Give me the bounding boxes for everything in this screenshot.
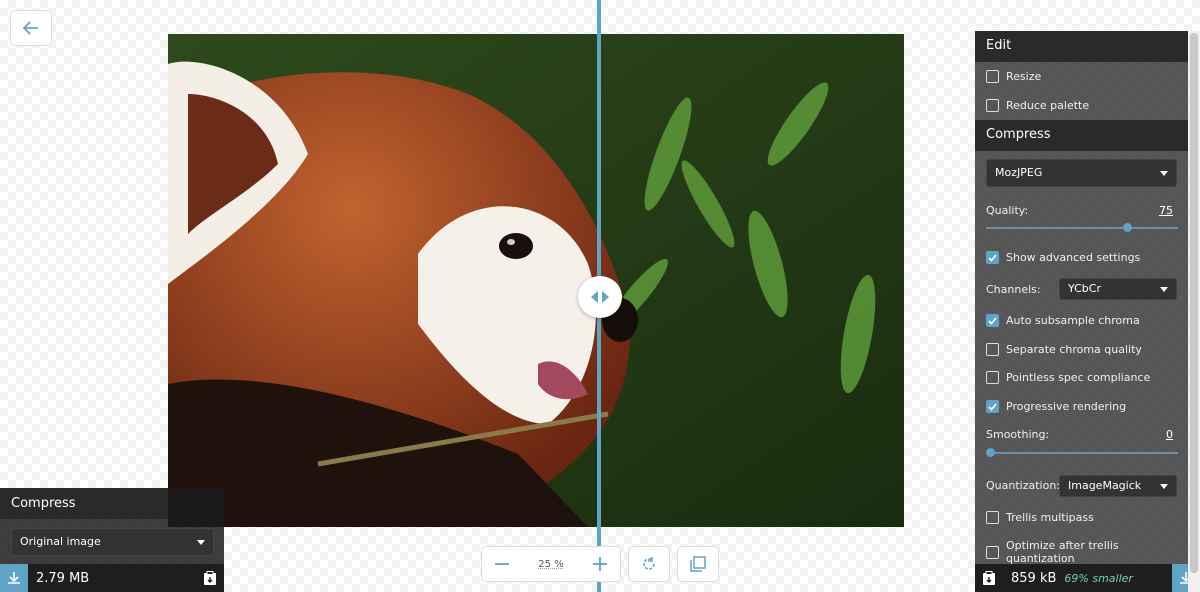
zoom-in-button[interactable]: +: [580, 547, 620, 581]
image-preview: [168, 34, 904, 527]
scrollbar-thumb[interactable]: [1190, 33, 1198, 573]
show-advanced-checkbox[interactable]: [986, 251, 999, 264]
left-method-value: Original image: [20, 535, 101, 548]
codec-value: MozJPEG: [995, 166, 1043, 179]
clipboard-icon: [983, 570, 995, 585]
left-panel-title: Compress: [0, 488, 168, 519]
quantization-label: Quantization:: [986, 479, 1061, 492]
quality-value[interactable]: 75: [1159, 204, 1173, 217]
channels-select[interactable]: YCbCr: [1059, 278, 1177, 300]
quantization-select[interactable]: ImageMagick: [1059, 475, 1177, 497]
codec-select[interactable]: MozJPEG: [986, 159, 1177, 187]
zoom-out-button[interactable]: −: [482, 547, 522, 581]
progressive-option[interactable]: Progressive rendering: [986, 400, 1181, 413]
left-download-button[interactable]: [0, 564, 28, 592]
smoothing-slider-knob[interactable]: [986, 448, 995, 457]
copy-settings-button[interactable]: [196, 564, 224, 592]
left-compress-panel: Compress Original image 2.79 MB: [0, 488, 224, 592]
chevron-down-icon: [197, 540, 205, 545]
red-panda-photo: [168, 34, 904, 527]
left-download-bar: 2.79 MB: [0, 564, 224, 592]
quality-label: Quality:: [986, 204, 1029, 217]
auto-subsample-option[interactable]: Auto subsample chroma: [986, 314, 1181, 327]
resize-checkbox[interactable]: [986, 70, 999, 83]
right-download-bar: 859 kB 69% smaller: [975, 564, 1188, 592]
auto-subsample-label: Auto subsample chroma: [1006, 314, 1140, 327]
chevron-down-icon: [1160, 287, 1168, 292]
pointless-spec-option[interactable]: Pointless spec compliance: [986, 371, 1181, 384]
quantization-value: ImageMagick: [1068, 479, 1142, 492]
settings-scrollbar[interactable]: [1188, 31, 1200, 592]
smoothing-row: Smoothing: 0: [986, 428, 1181, 441]
zoom-controls: − 25 % +: [481, 546, 621, 582]
channels-label: Channels:: [986, 283, 1041, 296]
back-button[interactable]: [10, 10, 52, 46]
rotate-button[interactable]: [628, 546, 670, 582]
right-settings-panel: Edit Resize Reduce palette Compress MozJ…: [975, 31, 1188, 592]
separate-chroma-label: Separate chroma quality: [1006, 343, 1142, 356]
auto-subsample-checkbox[interactable]: [986, 314, 999, 327]
rotate-icon: [643, 557, 655, 570]
quality-slider-knob[interactable]: [1123, 223, 1133, 232]
split-arrows-icon: [591, 291, 609, 303]
progressive-label: Progressive rendering: [1006, 400, 1127, 413]
arrow-left-icon: [23, 21, 38, 35]
left-method-select[interactable]: Original image: [11, 528, 214, 556]
optimize-trellis-option[interactable]: Optimize after trellis quantization: [986, 539, 1181, 565]
resize-label: Resize: [1006, 70, 1042, 83]
download-icon: [8, 572, 20, 584]
smoothing-label: Smoothing:: [986, 428, 1050, 441]
smoothing-slider[interactable]: [986, 448, 1178, 457]
edit-section-title: Edit: [975, 31, 1188, 62]
original-size: 2.79 MB: [36, 570, 90, 586]
zoom-level[interactable]: 25 %: [522, 559, 580, 570]
show-advanced-option[interactable]: Show advanced settings: [986, 251, 1181, 264]
background-toggle-icon: [690, 556, 706, 572]
compressed-size: 859 kB: [1011, 570, 1057, 586]
reduce-palette-checkbox[interactable]: [986, 99, 999, 112]
trellis-label: Trellis multipass: [1006, 511, 1094, 524]
trellis-checkbox[interactable]: [986, 511, 999, 524]
optimize-trellis-label: Optimize after trellis quantization: [1006, 539, 1119, 565]
optimize-trellis-checkbox[interactable]: [986, 546, 999, 559]
clipboard-icon: [204, 570, 216, 585]
background-toggle-button[interactable]: [677, 546, 719, 582]
quality-row: Quality: 75: [986, 204, 1181, 217]
separate-chroma-checkbox[interactable]: [986, 343, 999, 356]
quality-slider[interactable]: [986, 223, 1178, 232]
smoothing-value[interactable]: 0: [1166, 428, 1173, 441]
chevron-down-icon: [1160, 171, 1168, 176]
reduce-palette-label: Reduce palette: [1006, 99, 1090, 112]
chevron-down-icon: [1160, 484, 1168, 489]
copy-settings-button-right[interactable]: [975, 564, 1003, 592]
channels-value: YCbCr: [1068, 282, 1101, 295]
reduce-palette-option[interactable]: Reduce palette: [986, 99, 1181, 112]
divider-handle[interactable]: [578, 276, 622, 318]
show-advanced-label: Show advanced settings: [1006, 251, 1141, 264]
savings-text: 69% smaller: [1064, 571, 1133, 585]
pointless-spec-checkbox[interactable]: [986, 371, 999, 384]
progressive-checkbox[interactable]: [986, 400, 999, 413]
separate-chroma-option[interactable]: Separate chroma quality: [986, 343, 1181, 356]
pointless-spec-label: Pointless spec compliance: [1006, 371, 1151, 384]
resize-option[interactable]: Resize: [986, 70, 1181, 83]
compress-section-title: Compress: [975, 120, 1188, 151]
trellis-option[interactable]: Trellis multipass: [986, 511, 1181, 524]
